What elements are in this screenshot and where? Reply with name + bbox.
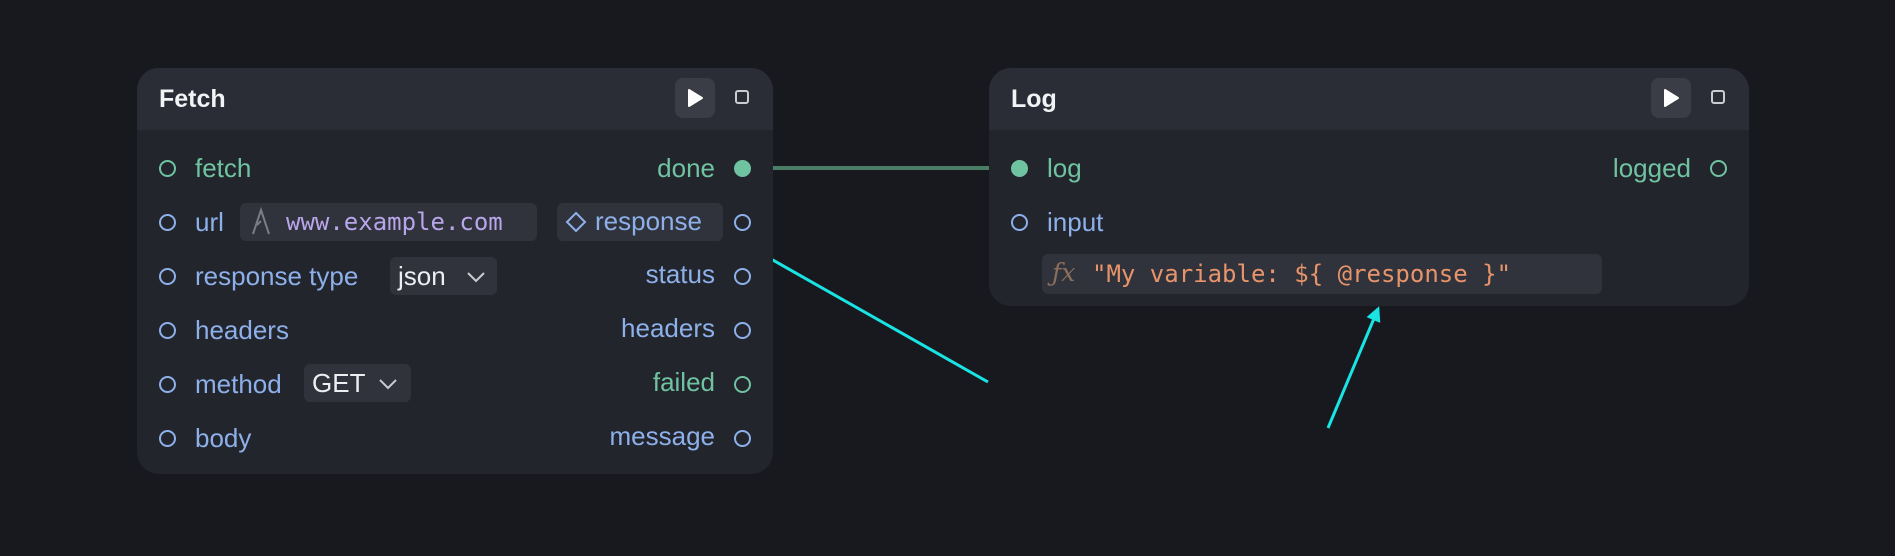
- fetch-stop-button[interactable]: [735, 90, 749, 104]
- failed-output-port[interactable]: [734, 376, 751, 393]
- body-input-port[interactable]: [159, 430, 176, 447]
- message-output-label: message: [609, 421, 716, 451]
- logged-output-port[interactable]: [1710, 160, 1727, 177]
- log-run-button[interactable]: [1651, 78, 1691, 118]
- fetch-exec-input-port[interactable]: [159, 160, 176, 177]
- logged-output-label: logged: [1612, 153, 1691, 183]
- response-output-chip[interactable]: response: [557, 203, 723, 241]
- response-type-input-port[interactable]: [159, 268, 176, 285]
- log-exec-input-port[interactable]: [1011, 160, 1028, 177]
- fetch-node-header[interactable]: Fetch: [137, 68, 773, 130]
- response-type-select[interactable]: json: [390, 257, 497, 295]
- status-output-label: status: [645, 259, 715, 289]
- headers-output-label: headers: [621, 313, 715, 343]
- fetch-run-button[interactable]: [675, 78, 715, 118]
- expression-field[interactable]: ƒx "My variable: ${ @response }": [1042, 254, 1602, 294]
- method-input-label: method: [195, 369, 282, 399]
- expression-value: "My variable: ${ @response }": [1092, 260, 1512, 288]
- response-type-value: json: [398, 261, 446, 291]
- log-node-title: Log: [1011, 85, 1057, 113]
- headers-input-label: headers: [195, 315, 289, 345]
- annotation-arrow-expression: [1326, 306, 1381, 429]
- chevron-down-icon: [379, 379, 397, 390]
- log-node[interactable]: Log log logged input ƒx "My variable: ${…: [989, 68, 1749, 306]
- method-select[interactable]: GET: [304, 364, 411, 402]
- response-type-label: response type: [195, 261, 359, 291]
- play-icon: [1664, 89, 1679, 107]
- done-output-label: done: [657, 153, 715, 183]
- log-stop-button[interactable]: [1711, 90, 1725, 104]
- fetch-input-label: fetch: [195, 153, 252, 183]
- url-field[interactable]: www.example.com: [240, 203, 537, 241]
- input-data-port[interactable]: [1011, 214, 1028, 231]
- play-icon: [688, 89, 703, 107]
- response-output-port[interactable]: [734, 214, 751, 231]
- method-value: GET: [312, 368, 366, 398]
- headers-input-port[interactable]: [159, 322, 176, 339]
- fetch-node-title: Fetch: [159, 85, 226, 113]
- log-node-header[interactable]: Log: [989, 68, 1749, 130]
- url-input-label: url: [195, 207, 224, 237]
- diamond-icon: [565, 211, 587, 233]
- url-value: www.example.com: [286, 208, 503, 236]
- input-data-label: input: [1047, 207, 1104, 237]
- status-output-port[interactable]: [734, 268, 751, 285]
- failed-output-label: failed: [652, 367, 715, 397]
- url-input-port[interactable]: [159, 214, 176, 231]
- method-input-port[interactable]: [159, 376, 176, 393]
- body-input-label: body: [195, 423, 252, 453]
- headers-output-port[interactable]: [734, 322, 751, 339]
- chevron-down-icon: [467, 272, 485, 283]
- fetch-node[interactable]: Fetch fetch url www.example.com response…: [137, 68, 773, 474]
- log-input-label: log: [1047, 153, 1082, 183]
- string-type-icon: [252, 207, 270, 235]
- message-output-port[interactable]: [734, 430, 751, 447]
- response-output-label: response: [595, 206, 702, 236]
- fx-icon: ƒx: [1052, 258, 1076, 287]
- done-output-port[interactable]: [734, 160, 751, 177]
